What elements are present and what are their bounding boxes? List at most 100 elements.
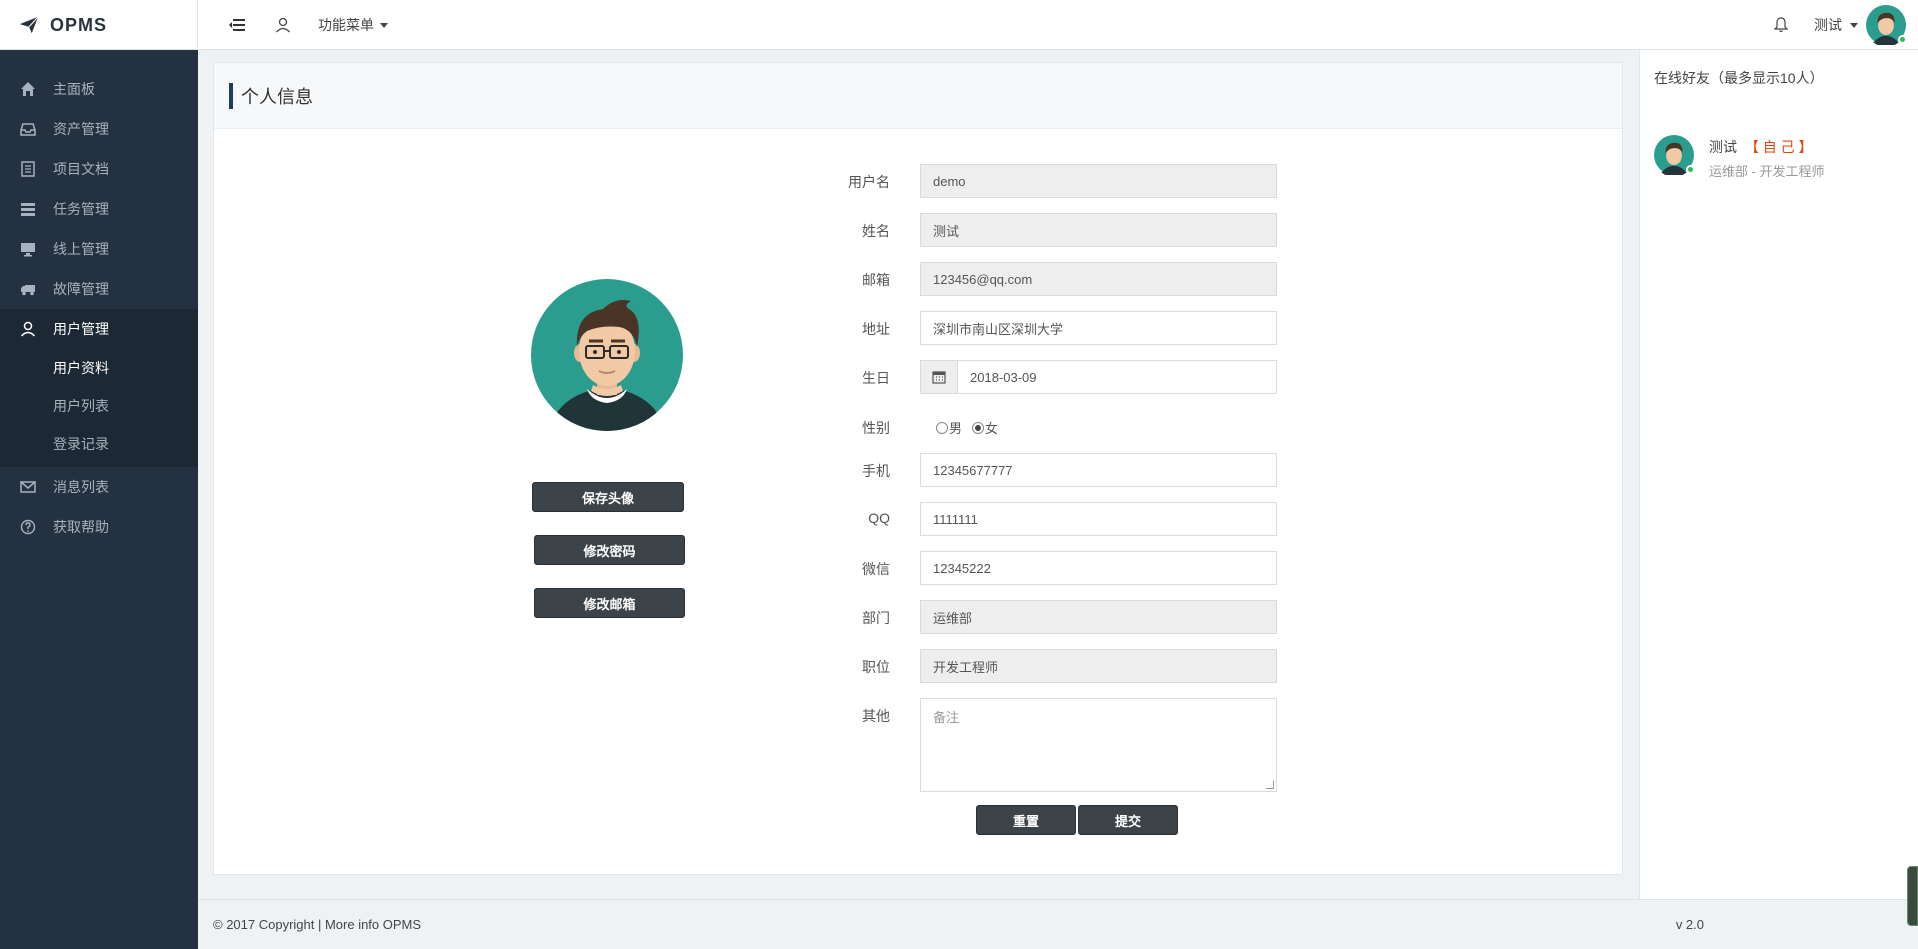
change-password-button[interactable]: 修改密码 <box>534 535 685 565</box>
sidebar-item-assets[interactable]: 资产管理 <box>0 109 198 149</box>
birthday-picker: 2018-03-09 <box>920 360 1277 394</box>
friend-self-tag: 【 自 己 】 <box>1744 139 1813 155</box>
sidebar-item-label: 故障管理 <box>53 281 109 297</box>
birthday-label: 生日 <box>862 370 890 386</box>
email-field[interactable]: 123456@qq.com <box>920 262 1277 296</box>
sidebar-item-label: 线上管理 <box>53 241 109 257</box>
sidebar-item-documents[interactable]: 项目文档 <box>0 149 198 189</box>
tasks-icon <box>21 203 35 216</box>
submenu-item-user-list[interactable]: 用户列表 <box>0 387 198 425</box>
phone-label: 手机 <box>862 463 890 479</box>
panel-header: 个人信息 <box>214 63 1622 129</box>
logo[interactable]: OPMS <box>0 0 198 50</box>
address-label: 地址 <box>862 321 890 337</box>
paper-plane-icon <box>19 16 39 34</box>
sidebar-item-label: 任务管理 <box>53 201 109 217</box>
bell-icon[interactable] <box>1770 14 1792 36</box>
submit-button[interactable]: 提交 <box>1078 805 1178 835</box>
gender-male-radio[interactable]: 男 <box>936 418 962 437</box>
user-icon <box>20 321 36 337</box>
sidebar-item-label: 获取帮助 <box>53 519 109 535</box>
sidebar-item-faults[interactable]: 故障管理 <box>0 269 198 309</box>
birthday-field[interactable]: 2018-03-09 <box>958 360 1277 394</box>
sidebar-item-tasks[interactable]: 任务管理 <box>0 189 198 229</box>
top-bar: OPMS 功能菜单 测试 <box>0 0 1918 50</box>
footer: © 2017 Copyright | More info OPMS v 2.0 <box>198 899 1918 949</box>
submenu-item-login-records[interactable]: 登录记录 <box>0 425 198 463</box>
reset-button[interactable]: 重置 <box>976 805 1076 835</box>
online-status-dot <box>1898 35 1907 44</box>
friend-name: 测试 <box>1709 139 1737 155</box>
submenu-item-user-profile[interactable]: 用户资料 <box>0 349 198 387</box>
sidebar-item-help[interactable]: 获取帮助 <box>0 507 198 547</box>
function-menu-dropdown[interactable]: 功能菜单 <box>318 15 388 35</box>
sidebar-item-users[interactable]: 用户管理 <box>0 309 198 349</box>
online-status-dot <box>1686 165 1695 174</box>
help-icon <box>20 519 36 535</box>
remarks-placeholder: 备注 <box>933 710 960 725</box>
department-field[interactable]: 运维部 <box>920 600 1277 634</box>
avatar <box>1866 5 1907 47</box>
wechat-field[interactable]: 12345222 <box>920 551 1277 585</box>
remarks-textarea[interactable]: 备注 <box>920 698 1277 792</box>
realname-field[interactable]: 测试 <box>920 213 1277 247</box>
qq-field[interactable]: 1111111 <box>920 502 1277 536</box>
username-label: 用户名 <box>848 174 890 190</box>
inbox-icon <box>20 123 36 136</box>
footer-version: v 2.0 <box>1675 917 1704 932</box>
radio-circle <box>972 421 985 434</box>
other-label: 其他 <box>862 708 890 724</box>
email-label: 邮箱 <box>862 272 890 288</box>
friend-info: 测试 【 自 己 】 运维部 - 开发工程师 <box>1709 137 1825 180</box>
username-field[interactable]: demo <box>920 164 1277 198</box>
footer-copyright: © 2017 Copyright | More info OPMS <box>213 917 422 932</box>
gender-female-label: 女 <box>985 421 999 436</box>
department-label: 部门 <box>862 610 890 626</box>
sidebar-item-messages[interactable]: 消息列表 <box>0 467 198 507</box>
toggle-sidebar-icon[interactable] <box>226 14 248 36</box>
sidebar-item-label: 资产管理 <box>53 121 109 137</box>
address-field[interactable]: 深圳市南山区深圳大学 <box>920 311 1277 345</box>
document-icon <box>21 161 35 177</box>
position-label: 职位 <box>862 659 890 675</box>
online-friends-title: 在线好友（最多显示10人） <box>1654 70 1824 86</box>
calendar-icon[interactable] <box>920 360 958 394</box>
wechat-label: 微信 <box>862 561 890 577</box>
change-email-button[interactable]: 修改邮箱 <box>534 588 685 618</box>
mail-icon <box>20 481 36 493</box>
user-name: 测试 <box>1814 17 1842 33</box>
function-menu-label: 功能菜单 <box>318 17 374 33</box>
sidebar-item-label: 用户管理 <box>53 321 109 337</box>
truck-icon <box>21 285 35 296</box>
gender-female-radio[interactable]: 女 <box>972 418 998 437</box>
sidebar: 主面板 资产管理 项目文档 任务管理 线上管理 故障管理 用户管理 用户资料 用… <box>0 50 198 949</box>
sidebar-item-dashboard[interactable]: 主面板 <box>0 69 198 109</box>
gender-radio-group: 男 女 <box>936 418 998 437</box>
profile-panel: 个人信息 保存头像 修改密码 修改邮箱 用户名 demo 姓名 测试 邮箱 12… <box>213 62 1623 875</box>
sidebar-item-online[interactable]: 线上管理 <box>0 229 198 269</box>
friend-department: 运维部 - 开发工程师 <box>1709 164 1825 179</box>
save-avatar-button[interactable]: 保存头像 <box>532 482 684 512</box>
friend-item[interactable]: 测试 【 自 己 】 运维部 - 开发工程师 <box>1654 135 1825 180</box>
side-widget-handle[interactable] <box>1907 866 1918 926</box>
online-friends-panel: 在线好友（最多显示10人） 测试 【 自 己 】 运维部 - 开发工程师 <box>1639 50 1918 899</box>
caret-down-icon <box>380 22 388 28</box>
gender-male-label: 男 <box>949 421 963 436</box>
home-icon <box>21 82 35 96</box>
friend-name-row: 测试 【 自 己 】 <box>1709 137 1825 157</box>
page-title: 个人信息 <box>241 86 313 107</box>
profile-avatar <box>531 279 683 431</box>
qq-label: QQ <box>868 510 890 526</box>
position-field[interactable]: 开发工程师 <box>920 649 1277 683</box>
resize-handle-icon[interactable] <box>1266 781 1274 789</box>
profile-icon[interactable] <box>272 14 294 36</box>
gender-label: 性别 <box>862 420 890 436</box>
sidebar-item-label: 消息列表 <box>53 479 109 495</box>
user-menu[interactable]: 测试 <box>1814 5 1907 47</box>
phone-field[interactable]: 12345677777 <box>920 453 1277 487</box>
sidebar-item-label: 主面板 <box>53 81 95 97</box>
users-submenu: 用户资料 用户列表 登录记录 <box>0 349 198 467</box>
monitor-icon <box>21 243 35 257</box>
caret-down-icon <box>1850 22 1858 28</box>
app-name: OPMS <box>50 14 108 35</box>
